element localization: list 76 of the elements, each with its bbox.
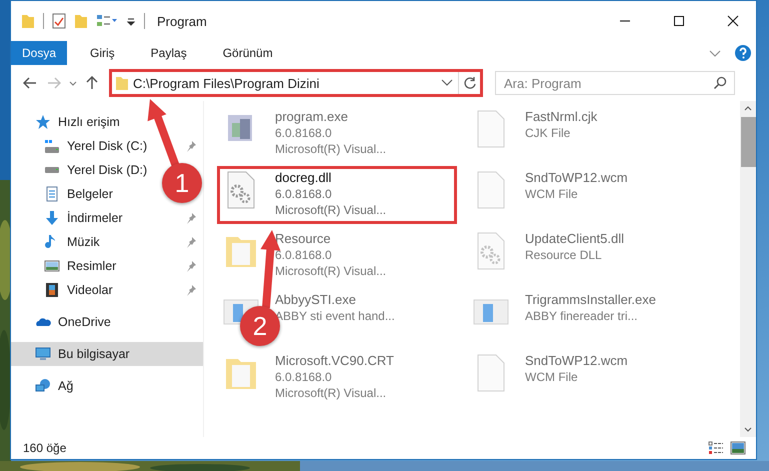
download-icon xyxy=(44,210,60,226)
highlighted-file-item[interactable]: docreg.dll 6.0.8168.0 Microsoft(R) Visual... xyxy=(217,166,457,224)
customize-icon xyxy=(96,13,118,29)
address-path: C:\Program Files\Program Dizini xyxy=(132,76,320,90)
file-details: ABBY finereader tri... xyxy=(525,308,638,324)
file-details: 6.0.8168.0 xyxy=(275,186,333,202)
file-details: Microsoft(R) Visual... xyxy=(275,385,388,401)
folder-icon xyxy=(21,13,35,29)
close-icon xyxy=(727,15,739,27)
drive-icon xyxy=(44,140,60,152)
item-count: 160 öğe xyxy=(23,441,68,455)
navigation-item[interactable]: Videolar xyxy=(11,278,203,302)
help-icon xyxy=(734,44,752,62)
file-details: CJK File xyxy=(525,125,572,141)
file-name[interactable]: Resource xyxy=(275,231,386,247)
navigation-item[interactable]: Ağ xyxy=(11,374,80,398)
properties-icon xyxy=(52,13,66,29)
file-name[interactable]: TrigrammsInstaller.exe xyxy=(525,292,656,308)
file-details: 6.0.8168.0 xyxy=(275,247,333,263)
navigation-item[interactable]: Belgeler xyxy=(11,182,119,206)
file-name[interactable]: program.exe xyxy=(275,109,386,125)
file-name[interactable]: AbbyySTI.exe xyxy=(275,292,395,308)
star-icon xyxy=(35,114,51,130)
ribbon-tab[interactable]: Görünüm xyxy=(200,41,286,65)
pin-icon xyxy=(185,212,197,224)
details-view-icon xyxy=(708,441,724,455)
drive-icon xyxy=(44,167,60,173)
file-details: Microsoft(R) Visual... xyxy=(275,141,386,157)
network-icon xyxy=(35,378,51,394)
file-details: WCM File xyxy=(525,186,579,202)
window-title: Program xyxy=(157,14,208,28)
file-name[interactable]: SndToWP12.wcm xyxy=(525,353,628,369)
ribbon-tab[interactable]: Paylaş xyxy=(128,41,200,65)
file-name[interactable]: FastNrml.cjk xyxy=(525,109,598,125)
search-field[interactable]: Ara: Program xyxy=(495,71,735,95)
caret-icon xyxy=(69,80,77,86)
file-details: 6.0.8168.0 xyxy=(275,125,333,141)
navigation-item[interactable]: Yerel Disk (C:) xyxy=(11,134,203,158)
back-arrow-icon xyxy=(23,77,37,89)
file-name[interactable]: docreg.dll xyxy=(275,170,386,186)
file-details: Resource DLL xyxy=(525,247,603,263)
pin-icon xyxy=(185,236,197,248)
document-icon xyxy=(44,186,60,202)
file-name[interactable]: Microsoft.VC90.CRT xyxy=(275,353,394,369)
navigation-item[interactable]: Yerel Disk (D:) xyxy=(11,158,154,182)
up-arrow-icon xyxy=(86,76,98,90)
search-icon xyxy=(713,76,727,90)
vertical-scrollbar[interactable] xyxy=(740,101,756,437)
film-icon xyxy=(44,282,60,298)
ribbon-tab[interactable]: Giriş xyxy=(67,41,128,65)
pin-icon xyxy=(185,284,197,296)
address-field[interactable]: C:\Program Files\Program Dizini xyxy=(109,69,483,97)
navigation-item[interactable]: İndirmeler xyxy=(11,206,203,230)
refresh-icon xyxy=(462,76,476,90)
file-details: WCM File xyxy=(525,369,579,385)
large-icons-view-icon xyxy=(730,441,746,455)
folder-icon xyxy=(115,75,129,91)
computer-icon xyxy=(35,346,51,362)
navigation-item[interactable]: Resimler xyxy=(11,254,203,278)
scrollbar-thumb[interactable] xyxy=(740,117,756,167)
file-details: Microsoft(R) Visual... xyxy=(275,263,386,279)
file-details: 6.0.8168.0 xyxy=(275,369,333,385)
file-menu-button[interactable]: Dosya xyxy=(11,41,67,65)
navigation-item[interactable]: Bu bilgisayar xyxy=(11,342,203,366)
pin-icon xyxy=(185,260,197,272)
file-name[interactable]: SndToWP12.wcm xyxy=(525,170,628,186)
file-details: Microsoft(R) Visual... xyxy=(275,202,386,218)
forward-arrow-icon xyxy=(47,77,61,89)
file-name[interactable]: UpdateClient5.dll xyxy=(525,231,624,247)
navigation-item[interactable]: OneDrive xyxy=(11,310,117,334)
maximize-icon xyxy=(673,15,685,27)
pin-icon xyxy=(185,140,197,152)
navigation-item[interactable]: Hızlı erişim xyxy=(11,110,126,134)
navigation-item[interactable]: Müzik xyxy=(11,230,203,254)
picture-icon xyxy=(44,258,60,274)
new-folder-icon xyxy=(74,13,88,29)
